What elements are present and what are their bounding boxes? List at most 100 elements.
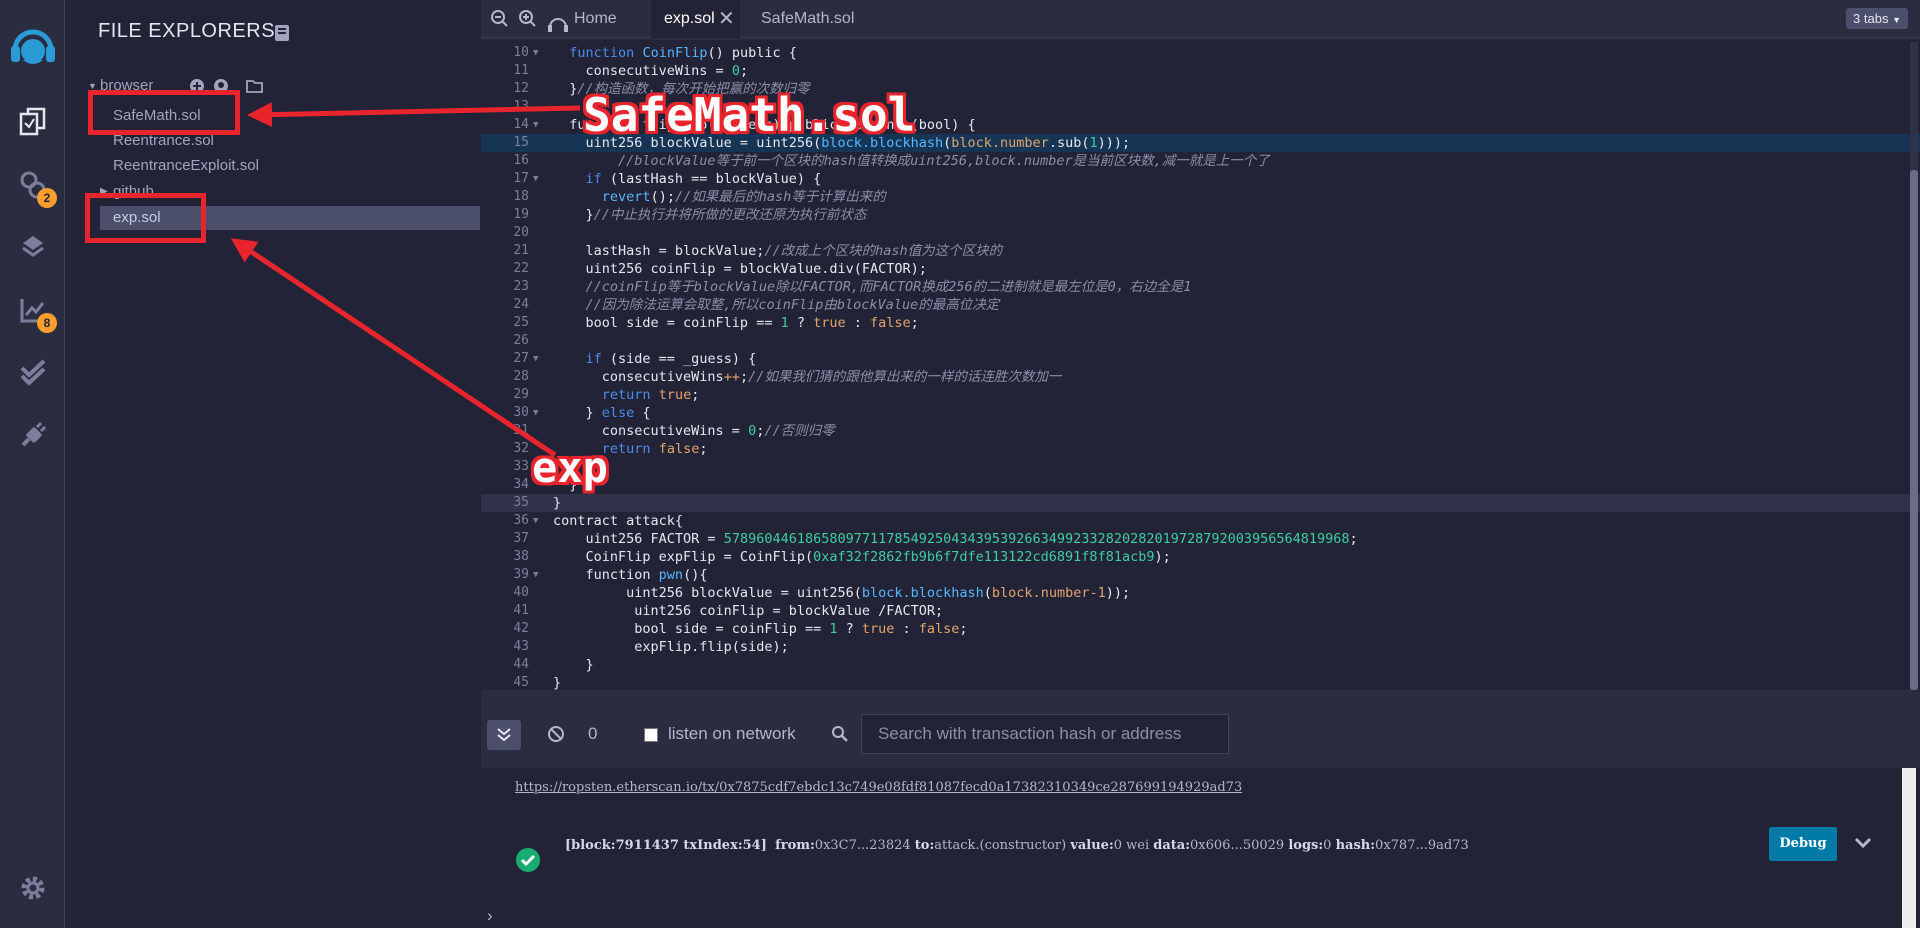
code-text: uint256 coinFlip = blockValue.div(FACTOR…	[553, 261, 927, 277]
code-line[interactable]: 24 //因为除法运算会取整,所以coinFlip由blockValue的最高位…	[481, 296, 1920, 314]
testing-check-icon[interactable]	[0, 347, 65, 397]
code-line[interactable]: 19 }//中止执行并将所做的更改还原为执行前状态	[481, 206, 1920, 224]
toggle-terminal-button[interactable]	[487, 720, 521, 750]
fold-caret-icon[interactable]: ▼	[533, 512, 538, 530]
line-number: 26	[513, 333, 529, 348]
code-line[interactable]: 38 CoinFlip expFlip = CoinFlip(0xaf32f28…	[481, 548, 1920, 566]
fold-caret-icon[interactable]: ▼	[533, 116, 538, 134]
folder-open-icon[interactable]	[246, 74, 264, 106]
etherscan-link[interactable]: https://ropsten.etherscan.io/tx/0x7875cd…	[515, 780, 1242, 795]
code-line[interactable]: 43 expFlip.flip(side);	[481, 638, 1920, 656]
tx-data: 0x606...50029	[1190, 838, 1285, 853]
tx-logs-label: logs:	[1288, 838, 1324, 853]
remix-ide: 2 8 FILE EXPLORERS ▼ browser SafeMath.so…	[0, 0, 1920, 928]
code-text: function pwn(){	[553, 567, 708, 583]
code-line[interactable]: 45}	[481, 674, 1920, 690]
compiler-icon[interactable]	[0, 222, 65, 272]
code-line[interactable]: 32 return false;	[481, 440, 1920, 458]
code-text: }	[553, 657, 594, 673]
code-line[interactable]: 40 uint256 blockValue = uint256(block.bl…	[481, 584, 1920, 602]
code-line[interactable]: 36 ▼ contract attack{	[481, 512, 1920, 530]
annotation-box-exp	[85, 193, 206, 243]
code-text: } else {	[553, 405, 651, 421]
fold-caret-icon[interactable]: ▼	[533, 566, 538, 584]
deploy-run-icon[interactable]: 2	[0, 160, 65, 210]
code-line[interactable]: 37 uint256 FACTOR = 57896044618658097711…	[481, 530, 1920, 548]
code-line[interactable]: 21 lastHash = blockValue;//改成上个区块的hash值为…	[481, 242, 1920, 260]
code-line[interactable]: 10 ▼ function CoinFlip() public {	[481, 44, 1920, 62]
code-line[interactable]: 31 consecutiveWins = 0;//否则归零	[481, 422, 1920, 440]
chevron-down-icon[interactable]	[1854, 836, 1872, 855]
code-line[interactable]: 41 uint256 coinFlip = blockValue /FACTOR…	[481, 602, 1920, 620]
remix-logo-icon[interactable]	[0, 16, 65, 76]
line-number: 20	[513, 225, 529, 240]
tx-from: 0x3C7...23824	[814, 838, 911, 853]
prompt-caret-icon[interactable]: ›	[487, 906, 493, 926]
code-line[interactable]: 42 bool side = coinFlip == 1 ? true : fa…	[481, 620, 1920, 638]
analysis-badge: 8	[37, 313, 57, 333]
tx-log-line[interactable]: [block:7911437 txIndex:54] from:0x3C7...…	[565, 838, 1469, 853]
code-text: bool side = coinFlip == 1 ? true : false…	[553, 315, 919, 331]
code-line[interactable]: 29 return true;	[481, 386, 1920, 404]
fold-caret-icon[interactable]: ▼	[533, 350, 538, 368]
tx-to-label: to:	[914, 838, 935, 853]
line-number: 24	[513, 297, 529, 312]
pending-tx-count: 0	[588, 724, 598, 743]
line-number: 41	[513, 603, 529, 618]
file-item-reentrance-exploit[interactable]: ReentranceExploit.sol	[66, 154, 480, 178]
close-icon[interactable]: ✕	[718, 0, 735, 38]
terminal: 0 listen on network Search with transact…	[481, 690, 1920, 928]
tab-safemath[interactable]: SafeMath.sol	[761, 0, 871, 38]
code-line[interactable]: 39 ▼ function pwn(){	[481, 566, 1920, 584]
code-line[interactable]: 34 }	[481, 476, 1920, 494]
zoom-in-icon[interactable]	[519, 9, 537, 34]
annotation-label-safemath: SafeMath.sol	[583, 88, 916, 142]
tx-block: [block:7911437 txIndex:54]	[565, 838, 767, 853]
debug-button[interactable]: Debug	[1769, 827, 1837, 861]
listen-network-checkbox[interactable]	[644, 728, 658, 742]
code-line[interactable]: 17 ▼ if (lastHash == blockValue) {	[481, 170, 1920, 188]
code-line[interactable]: 25 bool side = coinFlip == 1 ? true : fa…	[481, 314, 1920, 332]
code-line[interactable]: 16 //blockValue等于前一个区块的hash值转换成uint256,b…	[481, 152, 1920, 170]
line-number: 37	[513, 531, 529, 546]
file-explorers-icon[interactable]	[0, 97, 65, 147]
code-line[interactable]: 28 consecutiveWins++;//如果我们猜的跟他算出来的一样的话连…	[481, 368, 1920, 386]
analysis-icon[interactable]: 8	[0, 285, 65, 335]
settings-gear-icon[interactable]	[0, 863, 65, 913]
code-line[interactable]: 33 }	[481, 458, 1920, 476]
fold-caret-icon[interactable]: ▼	[533, 170, 538, 188]
line-number: 33	[513, 459, 529, 474]
terminal-scrollbar[interactable]	[1902, 768, 1916, 928]
zoom-out-icon[interactable]	[491, 9, 509, 34]
plugin-manager-icon[interactable]	[0, 410, 65, 460]
book-icon[interactable]	[274, 24, 290, 47]
code-line[interactable]: 23 //coinFlip等于blockValue除以FACTOR,而FACTO…	[481, 278, 1920, 296]
code-line[interactable]: 18 revert();//如果最后的hash等于计算出来的	[481, 188, 1920, 206]
code-line[interactable]: 30 ▼ } else {	[481, 404, 1920, 422]
line-number: 19	[513, 207, 529, 222]
code-line[interactable]: 26	[481, 332, 1920, 350]
line-number: 29	[513, 387, 529, 402]
line-number: 10	[513, 45, 529, 60]
annotation-label-exp: exp	[532, 443, 608, 492]
clear-ban-icon[interactable]	[547, 725, 565, 748]
code-line[interactable]: 44 }	[481, 656, 1920, 674]
editor-scrollbar-thumb[interactable]	[1910, 170, 1918, 690]
tab-exp-sol[interactable]: exp.sol ✕	[651, 0, 740, 38]
code-line[interactable]: 20	[481, 224, 1920, 242]
tab-home[interactable]: Home	[547, 0, 647, 38]
file-explorer-panel: FILE EXPLORERS ▼ browser SafeMath.sol Re…	[66, 0, 480, 928]
code-line[interactable]: 27 ▼ if (side == _guess) {	[481, 350, 1920, 368]
tx-search-input[interactable]: Search with transaction hash or address	[861, 714, 1229, 754]
code-line[interactable]: 35}	[481, 494, 1920, 512]
code-line[interactable]: 22 uint256 coinFlip = blockValue.div(FAC…	[481, 260, 1920, 278]
code-line[interactable]: 11 consecutiveWins = 0;	[481, 62, 1920, 80]
line-number: 38	[513, 549, 529, 564]
fold-caret-icon[interactable]: ▼	[533, 44, 538, 62]
line-number: 23	[513, 279, 529, 294]
tab-count-dropdown[interactable]: 3 tabs ▼	[1846, 8, 1908, 29]
tx-from-label: from:	[775, 838, 815, 853]
tab-home-label: Home	[574, 10, 617, 27]
tx-logs: 0	[1323, 838, 1332, 853]
fold-caret-icon[interactable]: ▼	[533, 404, 538, 422]
